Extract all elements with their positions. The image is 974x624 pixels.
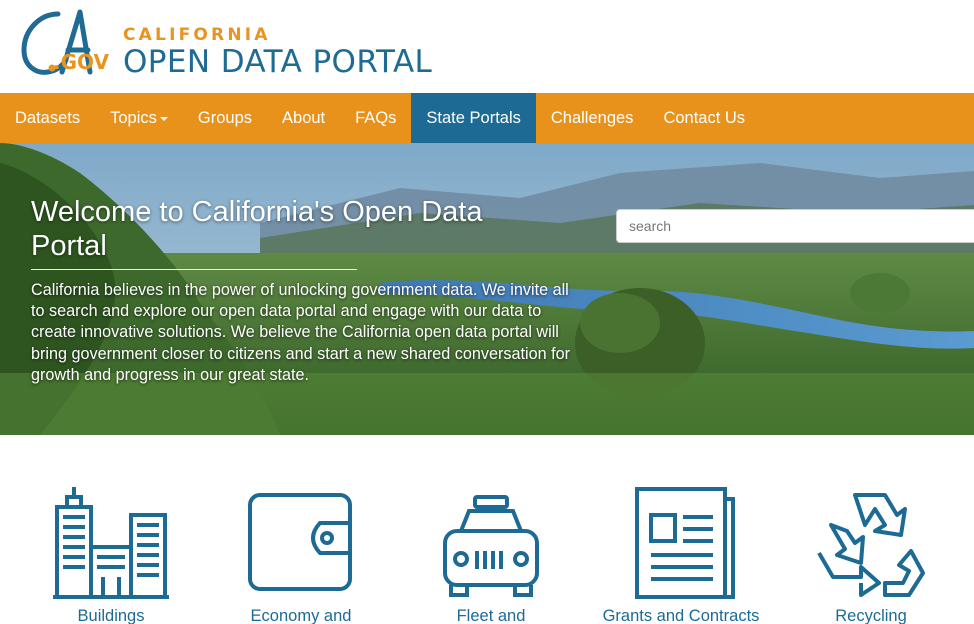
nav-faqs-label: FAQs [355, 109, 397, 127]
nav-topics[interactable]: Topics [95, 93, 183, 143]
nav-groups[interactable]: Groups [183, 93, 267, 143]
wallet-icon [248, 493, 352, 591]
caret-down-icon [159, 116, 168, 121]
hero-title: Welcome to California's Open Data Portal [31, 196, 483, 262]
logo-california: CALIFORNIA [123, 25, 271, 45]
topics-section: Buildings Economy and Fleet and Grants a… [0, 435, 974, 624]
recycle-icon [817, 493, 925, 597]
nav-faqs[interactable]: FAQs [340, 93, 411, 143]
car-icon [443, 495, 539, 597]
nav-about[interactable]: About [267, 93, 340, 143]
logo-text[interactable]: CALIFORNIA OPEN DATA PORTAL [123, 26, 432, 78]
site-header: .GOV CALIFORNIA OPEN DATA PORTAL [0, 0, 974, 93]
nav-topics-label: Topics [110, 109, 157, 127]
nav-datasets-label: Datasets [15, 109, 81, 127]
logo-open-data-portal: OPEN DATA PORTAL [123, 44, 433, 80]
hero-banner: Welcome to California's Open Data Portal… [0, 143, 974, 435]
topic-recycling-label: Recycling [835, 607, 907, 624]
topic-grants[interactable]: Grants and Contracts [586, 485, 776, 624]
nav-contact-us[interactable]: Contact Us [648, 93, 760, 143]
newspaper-icon [635, 487, 735, 599]
topic-buildings-label: Buildings [77, 607, 145, 624]
nav-state-portals[interactable]: State Portals [411, 93, 536, 143]
topic-economy[interactable]: Economy and [206, 485, 396, 624]
topic-economy-label: Economy and [250, 607, 352, 624]
topic-buildings[interactable]: Buildings [16, 485, 206, 624]
topic-fleet-label: Fleet and [456, 607, 526, 624]
buildings-icon [53, 487, 169, 599]
hero-divider [31, 269, 357, 270]
nav-challenges-label: Challenges [550, 109, 634, 127]
nav-challenges[interactable]: Challenges [536, 93, 649, 143]
logo-gov-text: .GOV [53, 50, 109, 74]
topic-fleet[interactable]: Fleet and [396, 485, 586, 624]
nav-datasets[interactable]: Datasets [0, 93, 95, 143]
nav-state-portals-label: State Portals [426, 109, 521, 127]
topic-grants-label: Grants and Contracts [602, 607, 760, 624]
nav-contact-us-label: Contact Us [663, 109, 746, 127]
topic-recycling[interactable]: Recycling [776, 485, 966, 624]
hero-description: California believes in the power of unlo… [31, 281, 570, 384]
nav-about-label: About [282, 109, 326, 127]
search-input[interactable] [616, 209, 974, 243]
nav-groups-label: Groups [197, 109, 253, 127]
main-nav: Datasets Topics Groups About FAQs State … [0, 93, 974, 143]
